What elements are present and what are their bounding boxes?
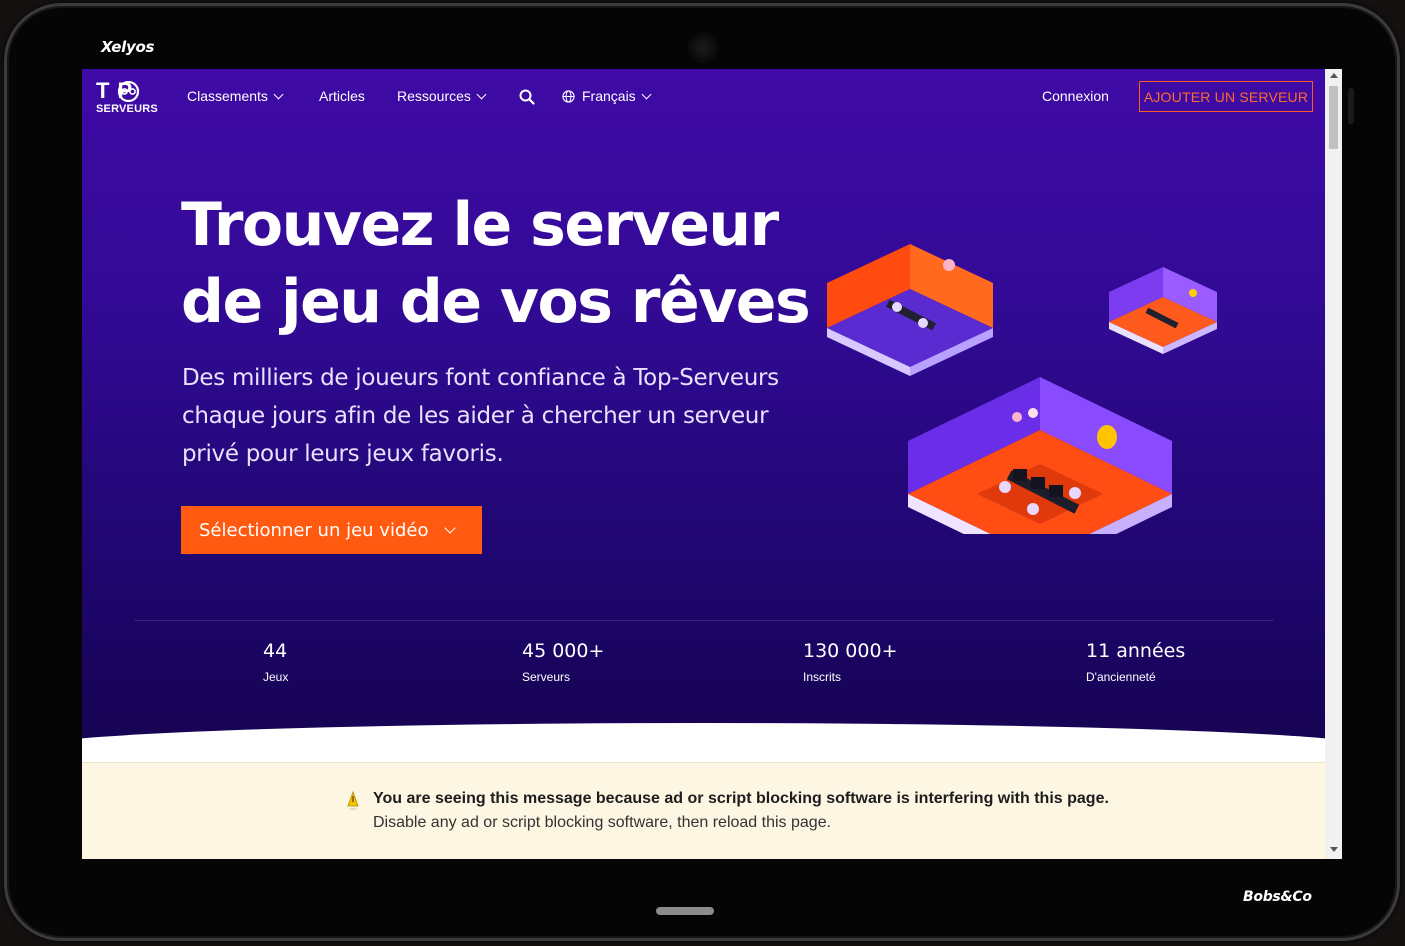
notice-body: Disable any ad or script blocking softwa…: [373, 814, 832, 831]
gaming-room-orange: [827, 244, 993, 376]
hero-lead: Des milliers de joueurs font confiance à…: [182, 365, 779, 467]
nav-classements-label: Classements: [187, 88, 268, 104]
nav-articles-label: Articles: [319, 88, 365, 104]
scroll-thumb[interactable]: [1329, 86, 1338, 149]
nav-classements[interactable]: Classements: [187, 88, 284, 104]
site-logo[interactable]: T P SERVEURS: [96, 80, 166, 120]
adblock-notice: You are seeing this message because ad o…: [82, 762, 1325, 859]
nav-ressources-label: Ressources: [397, 88, 471, 104]
camera-icon: [688, 33, 718, 63]
stat-label: Inscrits: [803, 670, 842, 684]
headline-line-1: Trouvez le serveur: [181, 190, 779, 260]
hero-section: T P SERVEURS Classements Articles Ressou…: [82, 69, 1325, 769]
hero-headline: Trouvez le serveur de jeu de vos rêves: [181, 187, 821, 341]
stat-label: Serveurs: [522, 670, 571, 684]
gaming-room-purple-small: [1109, 267, 1217, 354]
login-link[interactable]: Connexion: [1042, 88, 1109, 104]
chevron-down-icon: [273, 89, 284, 99]
logo-subtitle: SERVEURS: [96, 103, 158, 115]
scroll-up-arrow-icon[interactable]: [1330, 73, 1338, 78]
side-button: [1348, 88, 1354, 124]
home-indicator[interactable]: [656, 907, 714, 915]
select-game-label: Sélectionner un jeu vidéo: [199, 519, 429, 541]
stat-value: 44: [263, 640, 288, 662]
stat-games: 44 Jeux: [263, 639, 288, 684]
gamepad-icon: [117, 81, 140, 102]
globe-icon: [562, 89, 575, 103]
search-icon[interactable]: [519, 89, 535, 105]
select-game-button[interactable]: Sélectionner un jeu vidéo: [181, 506, 482, 554]
stat-label: D'ancienneté: [1086, 670, 1156, 684]
stat-label: Jeux: [263, 670, 289, 684]
stat-members: 130 000+ Inscrits: [803, 639, 898, 684]
notice-title: You are seeing this message because ad o…: [373, 790, 1109, 807]
device-brand-top: Xelyos: [101, 38, 155, 56]
warning-icon: [347, 791, 359, 811]
add-server-button[interactable]: AJOUTER UN SERVEUR: [1139, 81, 1313, 112]
stat-value: 130 000+: [803, 640, 898, 662]
vertical-scrollbar[interactable]: [1325, 69, 1342, 859]
headline-line-2: de jeu de vos rêves: [181, 267, 811, 337]
chevron-down-icon: [641, 89, 652, 99]
stat-seniority: 11 années D'ancienneté: [1086, 639, 1185, 684]
stat-value: 11 années: [1086, 640, 1186, 662]
gaming-room-purple-large: [908, 377, 1172, 534]
stats-divider: [134, 620, 1274, 621]
browser-viewport: T P SERVEURS Classements Articles Ressou…: [82, 69, 1342, 859]
nav-articles[interactable]: Articles: [319, 88, 365, 104]
chevron-down-icon: [476, 89, 487, 99]
chevron-down-icon: [444, 522, 457, 534]
scroll-down-arrow-icon[interactable]: [1330, 847, 1338, 852]
nav-ressources[interactable]: Ressources: [397, 88, 487, 104]
stat-servers: 45 000+ Serveurs: [522, 639, 604, 684]
language-selector[interactable]: Français: [562, 88, 652, 104]
language-label: Français: [582, 88, 636, 104]
stat-value: 45 000+: [522, 640, 605, 662]
isometric-gaming-rooms-illustration: [827, 244, 1217, 534]
device-brand-bottom: Bobs&Co: [1243, 889, 1312, 905]
web-page: T P SERVEURS Classements Articles Ressou…: [82, 69, 1325, 859]
